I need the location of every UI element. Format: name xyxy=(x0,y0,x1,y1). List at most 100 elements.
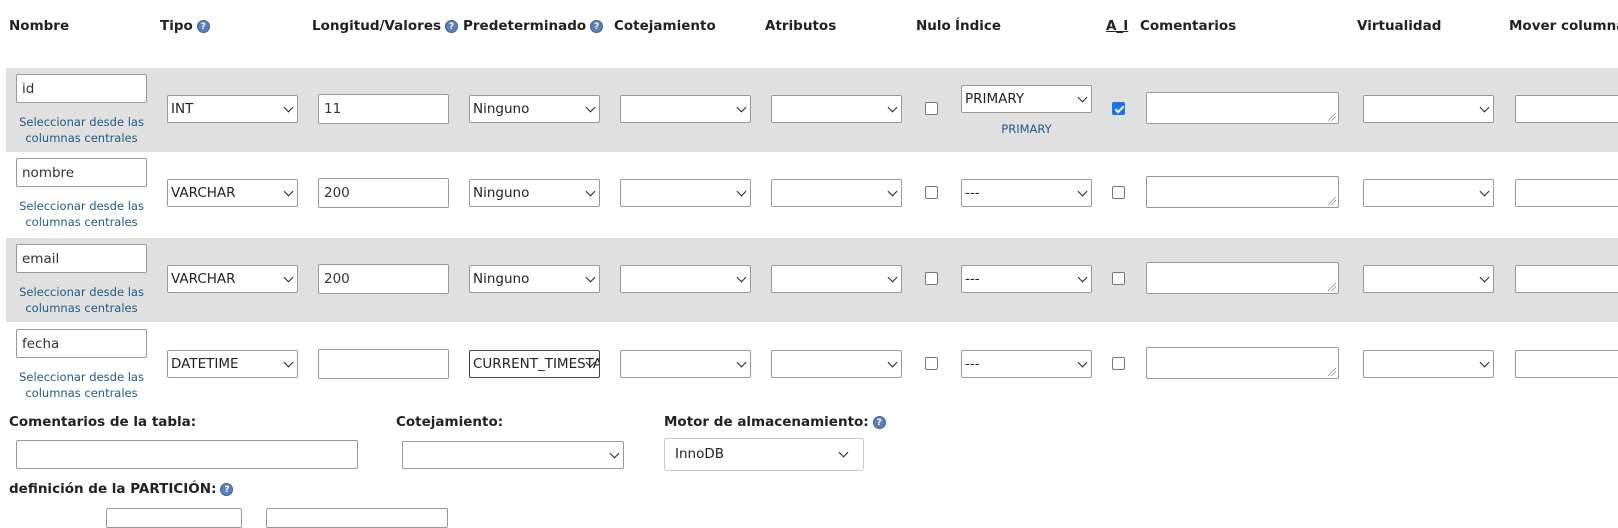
comment-textarea[interactable] xyxy=(1146,262,1339,294)
column-row: fecha Seleccionar desde las columnas cen… xyxy=(6,323,1618,407)
collation-select[interactable] xyxy=(620,350,751,378)
help-icon[interactable]: ? xyxy=(445,19,459,33)
auto-increment-checkbox[interactable] xyxy=(1112,102,1125,115)
length-input[interactable]: 200 xyxy=(318,178,449,208)
null-checkbox[interactable] xyxy=(925,102,938,115)
header-nombre: Nombre xyxy=(9,18,70,34)
chevron-down-icon xyxy=(585,272,596,283)
default-select[interactable]: CURRENT_TIMESTAMP xyxy=(469,350,600,378)
column-name-input[interactable]: nombre xyxy=(16,158,147,187)
virtuality-select[interactable] xyxy=(1363,95,1494,123)
type-select[interactable]: VARCHAR xyxy=(167,179,298,207)
auto-increment-checkbox[interactable] xyxy=(1112,357,1125,370)
help-icon[interactable]: ? xyxy=(590,19,604,33)
attributes-select[interactable] xyxy=(771,95,902,123)
chevron-down-icon xyxy=(736,272,747,283)
attributes-select[interactable] xyxy=(771,265,902,293)
chevron-down-icon xyxy=(736,357,747,368)
table-collation-select[interactable] xyxy=(402,441,624,469)
chevron-down-icon xyxy=(736,102,747,113)
length-input[interactable]: 200 xyxy=(318,264,449,294)
header-tipo: Tipo? xyxy=(160,18,210,34)
central-columns-link[interactable]: Seleccionar desde las columnas centrales xyxy=(16,369,147,401)
virtuality-select[interactable] xyxy=(1363,179,1494,207)
chevron-down-icon xyxy=(887,272,898,283)
help-icon[interactable]: ? xyxy=(220,482,234,496)
table-comment-input[interactable] xyxy=(16,440,358,469)
comment-textarea[interactable] xyxy=(1146,347,1339,379)
partition-input[interactable] xyxy=(266,508,448,528)
chevron-down-icon xyxy=(887,186,898,197)
auto-increment-checkbox[interactable] xyxy=(1112,186,1125,199)
column-name-input[interactable]: email xyxy=(16,244,147,273)
column-row: nombre Seleccionar desde las columnas ce… xyxy=(6,152,1618,236)
collation-select[interactable] xyxy=(620,95,751,123)
table-collation-label: Cotejamiento: xyxy=(396,414,504,430)
move-column-select[interactable] xyxy=(1515,95,1618,123)
type-select[interactable]: DATETIME xyxy=(167,350,298,378)
chevron-down-icon xyxy=(283,102,294,113)
chevron-down-icon xyxy=(1479,272,1490,283)
central-columns-link[interactable]: Seleccionar desde las columnas centrales xyxy=(16,284,147,316)
null-checkbox[interactable] xyxy=(925,357,938,370)
move-column-select[interactable] xyxy=(1515,179,1618,207)
chevron-down-icon xyxy=(1077,186,1088,197)
partition-label: definición de la PARTICIÓN:? xyxy=(9,481,234,497)
chevron-down-icon xyxy=(1479,186,1490,197)
attributes-select[interactable] xyxy=(771,350,902,378)
index-select[interactable]: PRIMARY xyxy=(961,85,1092,113)
chevron-down-icon xyxy=(736,186,747,197)
auto-increment-checkbox[interactable] xyxy=(1112,272,1125,285)
column-name-input[interactable]: fecha xyxy=(16,329,147,358)
collation-select[interactable] xyxy=(620,179,751,207)
comment-textarea[interactable] xyxy=(1146,92,1339,124)
index-note[interactable]: PRIMARY xyxy=(961,121,1092,137)
chevron-down-icon xyxy=(283,272,294,283)
table-comment-label: Comentarios de la tabla: xyxy=(9,414,197,430)
default-select[interactable]: Ninguno xyxy=(469,95,600,123)
header-cotejamiento: Cotejamiento xyxy=(614,18,716,34)
resize-handle-icon[interactable] xyxy=(1328,113,1336,121)
chevron-down-icon xyxy=(283,186,294,197)
storage-engine-select[interactable]: InnoDB xyxy=(664,438,864,471)
attributes-select[interactable] xyxy=(771,179,902,207)
storage-engine-label: Motor de almacenamiento:? xyxy=(664,414,886,430)
header-ai: A_I xyxy=(1106,18,1129,34)
type-select[interactable]: VARCHAR xyxy=(167,265,298,293)
central-columns-link[interactable]: Seleccionar desde las columnas centrales xyxy=(16,198,147,230)
chevron-down-icon xyxy=(585,102,596,113)
null-checkbox[interactable] xyxy=(925,186,938,199)
column-name-input[interactable]: id xyxy=(16,74,147,103)
partition-select[interactable] xyxy=(106,508,242,528)
resize-handle-icon[interactable] xyxy=(1328,283,1336,291)
move-column-select[interactable] xyxy=(1515,265,1618,293)
chevron-down-icon xyxy=(283,357,294,368)
header-predeterminado: Predeterminado? xyxy=(463,18,604,34)
virtuality-select[interactable] xyxy=(1363,265,1494,293)
column-row: id Seleccionar desde las columnas centra… xyxy=(6,68,1618,152)
length-input[interactable] xyxy=(318,349,449,379)
index-select[interactable]: --- xyxy=(961,179,1092,207)
resize-handle-icon[interactable] xyxy=(1328,197,1336,205)
null-checkbox[interactable] xyxy=(925,272,938,285)
type-select[interactable]: INT xyxy=(167,95,298,123)
chevron-down-icon xyxy=(887,357,898,368)
index-select[interactable]: --- xyxy=(961,350,1092,378)
resize-handle-icon[interactable] xyxy=(1328,368,1336,376)
default-select[interactable]: Ninguno xyxy=(469,265,600,293)
header-nulo: Nulo xyxy=(916,18,951,34)
default-select[interactable]: Ninguno xyxy=(469,179,600,207)
chevron-down-icon xyxy=(838,447,849,458)
collation-select[interactable] xyxy=(620,265,751,293)
comment-textarea[interactable] xyxy=(1146,176,1339,208)
virtuality-select[interactable] xyxy=(1363,350,1494,378)
length-input[interactable]: 11 xyxy=(318,94,449,124)
header-longitud: Longitud/Valores? xyxy=(312,18,459,34)
central-columns-link[interactable]: Seleccionar desde las columnas centrales xyxy=(16,114,147,146)
index-select[interactable]: --- xyxy=(961,265,1092,293)
help-icon[interactable]: ? xyxy=(872,415,886,429)
chevron-down-icon xyxy=(1077,92,1088,103)
move-column-select[interactable] xyxy=(1515,350,1618,378)
header-indice: Índice xyxy=(955,18,1002,34)
help-icon[interactable]: ? xyxy=(196,19,210,33)
